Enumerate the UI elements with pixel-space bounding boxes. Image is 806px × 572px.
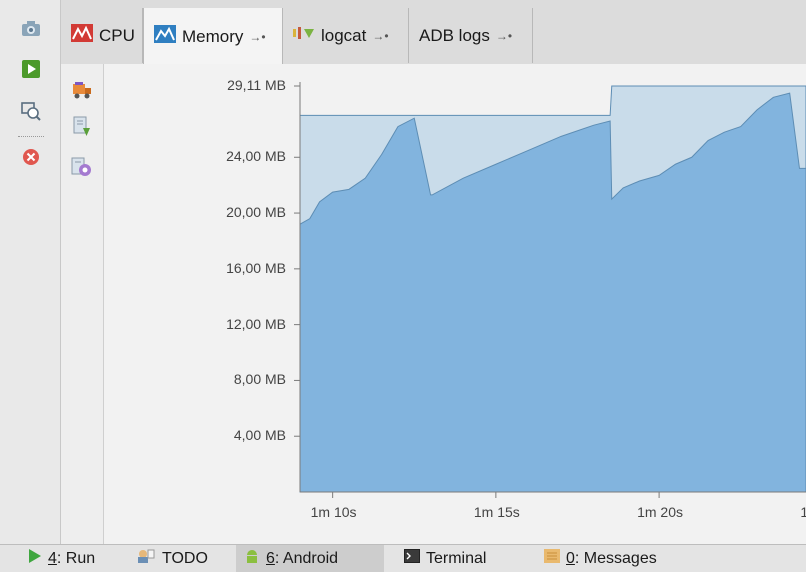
tool-window-bar: 4: Run TODO 6: Android Terminal 0: Messa… <box>0 544 806 572</box>
cpu-icon <box>71 24 93 47</box>
status-key: 6 <box>266 549 275 567</box>
tab-cpu[interactable]: CPU <box>61 8 143 63</box>
memory-toolbar <box>61 64 104 544</box>
pin-icon[interactable]: →• <box>496 29 512 43</box>
camera-icon[interactable] <box>20 18 42 40</box>
status-android[interactable]: 6: Android <box>236 545 384 572</box>
status-label: : Messages <box>574 549 657 567</box>
status-messages[interactable]: 0: Messages <box>536 545 665 572</box>
tab-label: Memory <box>182 26 244 46</box>
toolbar-separator <box>18 136 44 137</box>
monitor-tabbar: CPU Memory →• logcat →• ADB logs →• <box>61 0 806 65</box>
tab-adb-logs[interactable]: ADB logs →• <box>409 8 533 63</box>
x-tick-label: 1m 10s <box>310 504 357 520</box>
status-label: Terminal <box>426 549 487 567</box>
gc-truck-icon[interactable] <box>71 82 93 103</box>
memory-chart: 29,11 MB 24,00 MB 20,00 MB 16,00 MB 12,00 MB… <box>104 64 806 544</box>
tab-logcat[interactable]: logcat →• <box>283 8 409 63</box>
stop-icon[interactable] <box>20 146 42 168</box>
messages-icon <box>544 549 560 568</box>
memory-chart-plot <box>294 82 806 498</box>
memory-icon <box>154 25 176 48</box>
terminal-icon <box>404 549 420 568</box>
status-todo[interactable]: TODO <box>128 545 216 572</box>
x-tick-label: 1m <box>800 504 806 520</box>
status-label: TODO <box>162 549 208 567</box>
tab-memory[interactable]: Memory →• <box>143 8 283 65</box>
pin-icon[interactable]: →• <box>372 29 388 43</box>
android-icon <box>244 548 260 569</box>
allocation-tracker-icon[interactable] <box>71 156 93 181</box>
inspect-icon[interactable] <box>20 100 42 122</box>
todo-icon <box>136 548 156 569</box>
status-terminal[interactable]: Terminal <box>396 545 494 572</box>
run-icon <box>28 548 42 569</box>
tab-label: CPU <box>99 25 135 45</box>
x-tick-label: 1m 15s <box>473 504 520 520</box>
logcat-icon <box>293 25 315 46</box>
dump-heap-icon[interactable] <box>73 116 91 141</box>
left-toolbar <box>0 0 61 544</box>
status-label: : Run <box>56 549 96 567</box>
tab-label: ADB logs <box>419 25 490 45</box>
status-key: 0 <box>566 549 575 567</box>
tab-label: logcat <box>321 25 367 45</box>
x-tick-label: 1m 20s <box>637 504 684 520</box>
status-key: 4 <box>48 549 57 567</box>
status-label: : Android <box>274 549 339 567</box>
run-icon[interactable] <box>20 58 42 80</box>
status-run[interactable]: 4: Run <box>20 545 103 572</box>
pin-icon[interactable]: →• <box>249 30 265 44</box>
